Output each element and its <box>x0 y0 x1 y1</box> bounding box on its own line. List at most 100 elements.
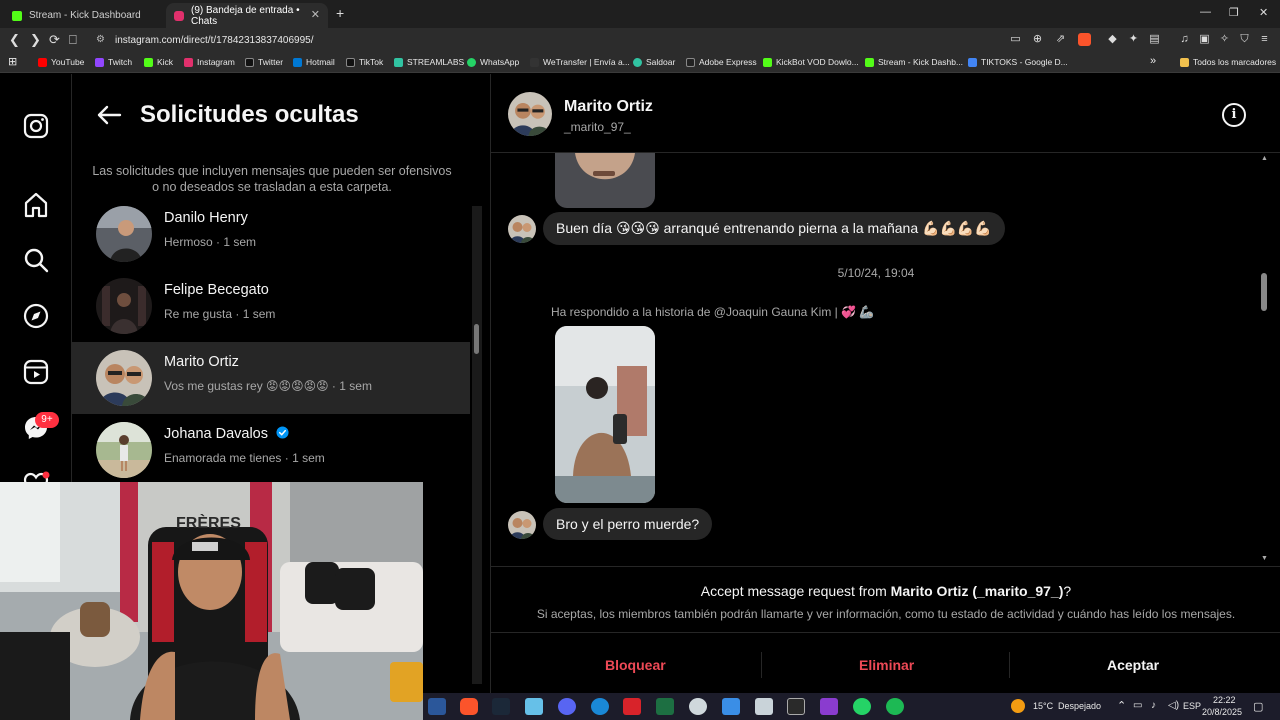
scroll-up-icon[interactable]: ▲ <box>1261 155 1268 162</box>
menu-icon[interactable]: ≡ <box>1258 33 1271 46</box>
extension-icon[interactable]: ◆ <box>1106 33 1119 46</box>
app-icon[interactable] <box>722 698 740 715</box>
story-thumbnail[interactable] <box>555 326 655 503</box>
instagram-logo-icon[interactable] <box>22 112 50 140</box>
cast-icon[interactable]: ▭ <box>1009 33 1022 46</box>
tab-label: Stream - Kick Dashboard <box>29 10 141 21</box>
chat-contact-name[interactable]: Marito Ortiz <box>564 98 653 116</box>
steam-icon[interactable] <box>492 698 510 715</box>
twitch-studio-icon[interactable] <box>820 698 838 715</box>
forward-icon[interactable]: ❯ <box>30 33 41 47</box>
bookmark-saldoar[interactable]: Saldoar <box>633 57 675 67</box>
spotify-icon[interactable] <box>886 698 904 715</box>
bookmark-kick[interactable]: Kick <box>144 57 173 67</box>
notification-icon[interactable]: ▢ <box>1253 700 1263 713</box>
back-icon[interactable]: ❮ <box>9 33 20 47</box>
request-row-felipe-becegato[interactable]: Felipe Becegato Re me gusta · 1 sem <box>72 270 470 342</box>
new-tab-button[interactable]: + <box>336 5 344 21</box>
clock-date[interactable]: 20/8/2025 <box>1202 707 1242 717</box>
tab-kick-dashboard[interactable]: Stream - Kick Dashboard <box>4 3 164 28</box>
bookmark-whatsapp[interactable]: WhatsApp <box>467 57 519 67</box>
bookmark-instagram[interactable]: Instagram <box>184 57 235 67</box>
reader-icon[interactable]: ▣ <box>1198 33 1211 46</box>
requests-scrollbar[interactable] <box>472 206 482 684</box>
chat-scrollbar[interactable]: ▲ ▼ <box>1258 153 1270 565</box>
scroll-down-icon[interactable]: ▼ <box>1261 555 1268 562</box>
puzzle-icon[interactable]: ✦ <box>1127 33 1140 46</box>
vpn-icon[interactable]: ⛉ <box>1238 33 1251 46</box>
more-bookmarks-button[interactable]: » <box>1150 55 1156 67</box>
bookmark-twitch[interactable]: Twitch <box>95 57 132 67</box>
bookmark-adobe-express[interactable]: Adobe Express <box>686 57 757 67</box>
request-row-marito-ortiz[interactable]: Marito Ortiz Vos me gustas rey 😡😡😡😡😡 · 1… <box>72 342 470 414</box>
app-icon[interactable] <box>591 698 609 715</box>
sender-avatar[interactable] <box>508 511 536 539</box>
site-settings-icon[interactable]: ⚙ <box>96 34 105 45</box>
scroll-thumb[interactable] <box>1261 273 1267 311</box>
weather-icon[interactable] <box>1011 699 1025 713</box>
clock-time[interactable]: 22:22 <box>1213 695 1236 705</box>
close-tab-icon[interactable]: ✕ <box>311 8 320 21</box>
bookmark-wetransfer[interactable]: WeTransfer | Envía a... <box>530 57 630 67</box>
brave-icon[interactable] <box>460 698 478 715</box>
message-bubble[interactable]: Buen día 😘😘😘 arranqué entrenando pierna … <box>543 212 1005 245</box>
chat-avatar[interactable] <box>508 92 552 136</box>
discord-icon[interactable] <box>558 698 576 715</box>
back-arrow-icon[interactable] <box>96 102 122 133</box>
story-thumbnail-partial[interactable] <box>555 153 655 208</box>
request-row-johana-davalos[interactable]: Johana Davalos Enamorada me tienes · 1 s… <box>72 414 470 486</box>
reload-icon[interactable]: ⟳ <box>49 33 60 47</box>
share-icon[interactable]: ⇗ <box>1054 33 1067 46</box>
accept-button[interactable]: Aceptar <box>1107 657 1159 673</box>
bookmark-streamlabs[interactable]: STREAMLABS <box>394 57 464 67</box>
sidebar-toggle-icon[interactable]: ▤ <box>1148 33 1161 46</box>
capcut-icon[interactable] <box>787 698 805 715</box>
word-icon[interactable] <box>428 698 446 715</box>
explore-icon[interactable] <box>22 302 50 330</box>
excel-icon[interactable] <box>656 698 674 715</box>
language-indicator[interactable]: ESP <box>1183 701 1201 711</box>
volume-icon[interactable]: ◁) <box>1168 700 1179 711</box>
window-close-icon[interactable]: ✕ <box>1259 6 1268 19</box>
info-icon[interactable]: i <box>1222 103 1246 127</box>
address-bar-row: ❮ ❯ ⟳ ⎕ ⚙ instagram.com/direct/t/1784231… <box>0 28 1280 53</box>
brave-shield-icon[interactable] <box>1078 33 1091 46</box>
url-field[interactable]: ⚙ instagram.com/direct/t/178423138374069… <box>88 31 1008 50</box>
restore-icon[interactable]: ❐ <box>1229 6 1239 19</box>
whatsapp-icon[interactable] <box>853 698 871 715</box>
tab-instagram-chats[interactable]: (9) Bandeja de entrada • Chats ✕ <box>166 3 328 28</box>
app-icon[interactable] <box>689 698 707 715</box>
reels-icon[interactable] <box>22 358 50 386</box>
bookmark-tiktoks-drive[interactable]: TIKTOKS - Google D... <box>968 57 1068 67</box>
request-preview: Enamorada me tienes · 1 sem <box>164 451 325 465</box>
apps-grid-icon[interactable]: ⊞ <box>8 55 17 68</box>
delete-button[interactable]: Eliminar <box>859 657 914 673</box>
tray-chevron-icon[interactable]: ⌃ <box>1117 699 1126 712</box>
stream-deck-icon[interactable] <box>623 698 641 715</box>
minimize-icon[interactable]: — <box>1200 6 1211 18</box>
all-bookmarks-folder[interactable]: Todos los marcadores <box>1180 57 1276 67</box>
bookmark-kick-dashboard[interactable]: Stream - Kick Dashb... <box>865 57 963 67</box>
home-icon[interactable] <box>22 191 50 219</box>
leo-icon[interactable]: ✧ <box>1218 33 1231 46</box>
bookmark-youtube[interactable]: YouTube <box>38 57 84 67</box>
bookmark-hotmail[interactable]: Hotmail <box>293 57 335 67</box>
request-row-danilo-henry[interactable]: Danilo Henry Hermoso · 1 sem <box>72 198 470 270</box>
sender-avatar[interactable] <box>508 215 536 243</box>
weather-temperature: 15°C <box>1033 701 1054 711</box>
bookmark-page-icon[interactable]: ⎕ <box>69 33 77 47</box>
block-button[interactable]: Bloquear <box>605 657 666 673</box>
bookmark-twitter[interactable]: Twitter <box>245 57 283 67</box>
search-icon[interactable] <box>22 246 50 274</box>
message-bubble[interactable]: Bro y el perro muerde? <box>543 508 713 540</box>
app-icon[interactable] <box>525 698 543 715</box>
zoom-icon[interactable]: ⊕ <box>1031 33 1044 46</box>
bookmark-kickbot[interactable]: KickBot VOD Dowlo... <box>763 57 859 67</box>
kick-icon <box>144 57 153 67</box>
scroll-thumb[interactable] <box>474 324 479 354</box>
network-icon[interactable]: ▭ <box>1133 700 1142 711</box>
bookmark-tiktok[interactable]: TikTok <box>346 57 383 67</box>
media-icon[interactable]: ♫ <box>1178 33 1191 46</box>
app-icon[interactable] <box>755 698 773 715</box>
microphone-icon[interactable]: ♪ <box>1151 700 1156 711</box>
